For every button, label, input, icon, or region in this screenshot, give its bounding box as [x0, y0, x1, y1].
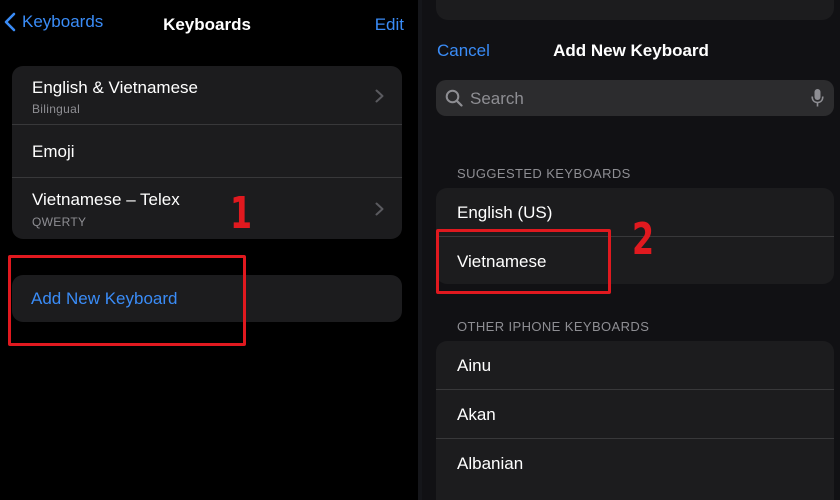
page-title: Keyboards — [163, 15, 251, 34]
highlight-box-step-2 — [436, 229, 611, 294]
keyboards-list: English & Vietnamese Bilingual Emoji Vie… — [12, 66, 402, 239]
chevron-right-icon — [375, 89, 384, 103]
keyboard-row-title: Vietnamese – Telex — [32, 190, 180, 209]
keyboard-option-akan[interactable]: Akan — [436, 390, 834, 439]
keyboard-option-label: Ainu — [457, 356, 492, 375]
keyboard-option-label: Akan — [457, 405, 496, 424]
highlight-box-step-1 — [8, 255, 246, 346]
keyboard-row-vietnamese-telex[interactable]: Vietnamese – Telex QWERTY — [12, 178, 402, 239]
edit-button[interactable]: Edit — [375, 15, 404, 35]
step-number-2: 2 — [632, 214, 655, 265]
search-input[interactable] — [468, 80, 802, 118]
keyboard-row-title: English & Vietnamese — [32, 78, 199, 97]
modal-sheet: Cancel Add New Keyboard SUGGESTED KEYBOA… — [422, 0, 840, 500]
keyboard-row-emoji[interactable]: Emoji — [12, 125, 402, 178]
keyboards-screen: Keyboards Keyboards Edit English & Vietn… — [0, 0, 418, 500]
navigation-bar: Keyboards Keyboards Edit — [0, 0, 418, 50]
keyboard-option-ainu[interactable]: Ainu — [436, 341, 834, 390]
search-icon — [445, 89, 463, 107]
keyboard-option-albanian[interactable]: Albanian — [436, 439, 834, 487]
other-keyboards-list: Ainu Akan Albanian — [436, 341, 834, 500]
keyboard-row-english-vietnamese[interactable]: English & Vietnamese Bilingual — [12, 66, 402, 125]
step-number-1: 1 — [230, 188, 253, 239]
keyboard-row-title: Emoji — [32, 142, 75, 161]
add-new-keyboard-screen: Cancel Add New Keyboard SUGGESTED KEYBOA… — [422, 0, 840, 500]
keyboard-row-subtitle: Bilingual — [32, 102, 81, 116]
sheet-title: Add New Keyboard — [553, 41, 709, 60]
microphone-icon[interactable] — [811, 88, 824, 108]
keyboard-option-label: English (US) — [457, 203, 553, 222]
keyboard-option-label: Albanian — [457, 454, 524, 473]
keyboard-row-subtitle: QWERTY — [32, 215, 87, 229]
search-bar — [436, 80, 834, 118]
section-header-suggested: SUGGESTED KEYBOARDS — [457, 166, 631, 181]
underlying-card — [436, 0, 834, 20]
chevron-right-icon — [375, 202, 384, 216]
section-header-other: OTHER IPHONE KEYBOARDS — [457, 319, 650, 334]
